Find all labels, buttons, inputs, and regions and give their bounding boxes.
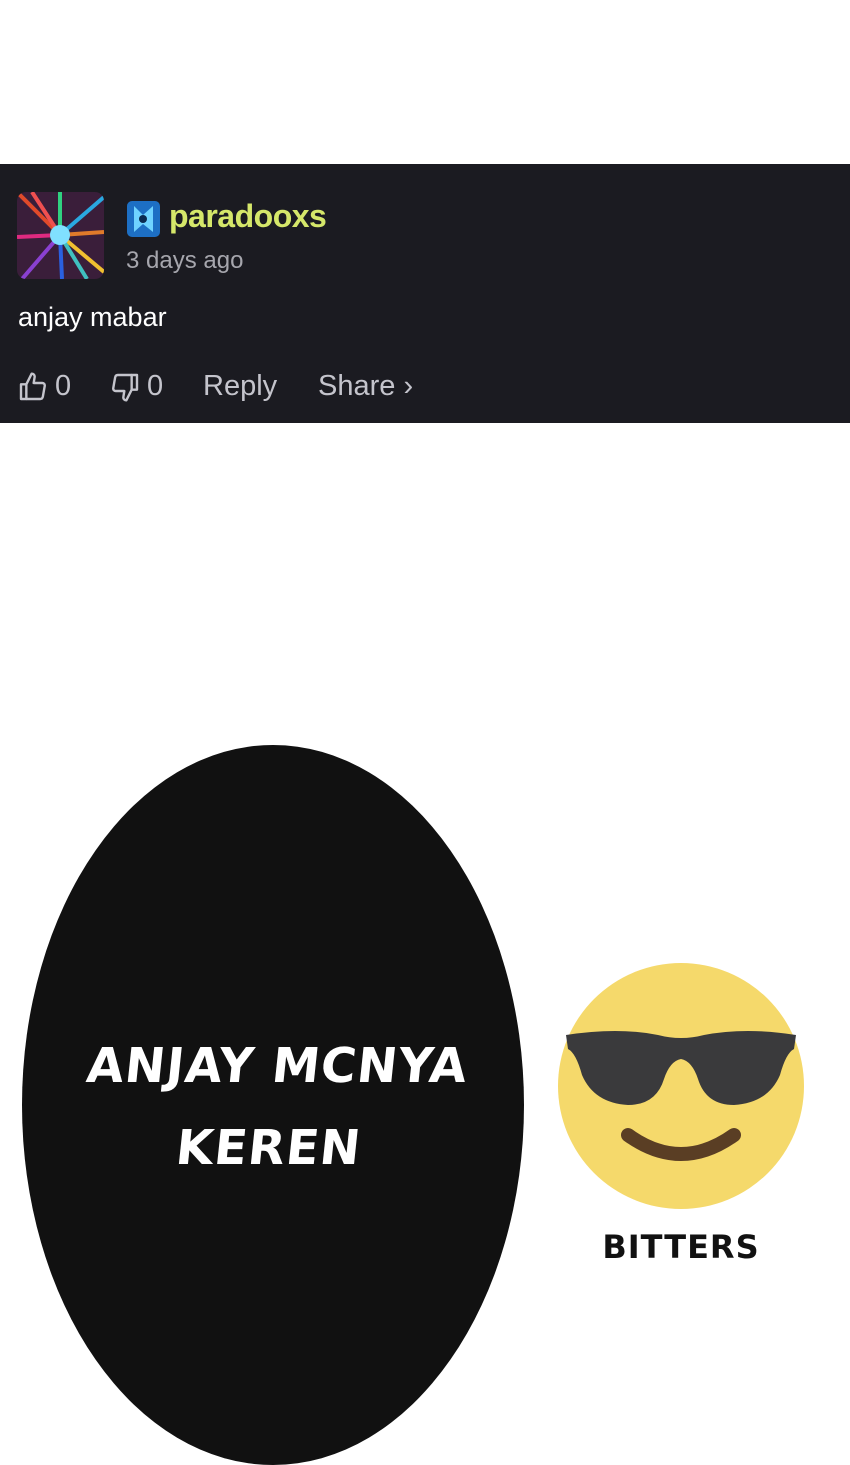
bubble-line-1: ANJAY MCNYA xyxy=(84,1038,471,1094)
sunglasses-smiley-icon xyxy=(558,963,804,1209)
bubble-text: ANJAY MCNYA KEREN xyxy=(13,1025,532,1189)
dislike-count: 0 xyxy=(147,370,164,402)
bubble-line-2: KEREN xyxy=(173,1120,365,1176)
user-avatar[interactable] xyxy=(17,192,104,279)
emoji-caption: BITTERS xyxy=(602,1228,760,1266)
dislike-button[interactable]: 0 xyxy=(109,370,163,403)
share-button[interactable]: Share › xyxy=(318,370,413,403)
thumbs-down-icon xyxy=(112,373,139,402)
comment-timestamp: 3 days ago xyxy=(126,247,244,274)
like-button[interactable]: 0 xyxy=(17,370,71,403)
badge-icon xyxy=(126,200,161,238)
username[interactable]: paradooxs xyxy=(169,198,327,235)
thumbs-up-icon xyxy=(19,371,46,400)
like-count: 0 xyxy=(55,370,72,402)
comment-text: anjay mabar xyxy=(18,302,167,332)
reply-button[interactable]: Reply xyxy=(203,370,277,403)
